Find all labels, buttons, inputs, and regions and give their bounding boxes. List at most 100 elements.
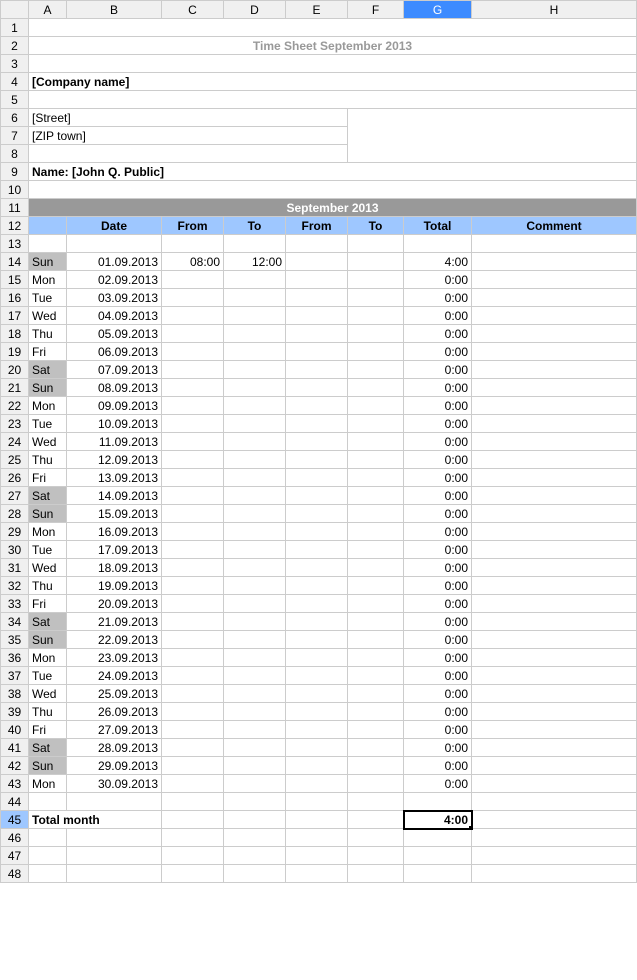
from1-cell[interactable]: [162, 775, 224, 793]
day-cell[interactable]: Sun: [29, 379, 67, 397]
to2-cell[interactable]: [348, 271, 404, 289]
day-cell[interactable]: Sun: [29, 505, 67, 523]
to2-cell[interactable]: [348, 325, 404, 343]
from2-cell[interactable]: [286, 487, 348, 505]
to1-cell[interactable]: [224, 631, 286, 649]
total-cell[interactable]: 0:00: [404, 433, 472, 451]
row-header-43[interactable]: 43: [1, 775, 29, 793]
cell[interactable]: [162, 793, 224, 811]
comment-cell[interactable]: [472, 271, 637, 289]
total-cell[interactable]: 0:00: [404, 703, 472, 721]
comment-cell[interactable]: [472, 595, 637, 613]
from2-cell[interactable]: [286, 541, 348, 559]
comment-cell[interactable]: [472, 487, 637, 505]
total-month-value[interactable]: 4:00: [404, 811, 472, 829]
from1-cell[interactable]: [162, 703, 224, 721]
from1-cell[interactable]: [162, 595, 224, 613]
to2-cell[interactable]: [348, 721, 404, 739]
cell[interactable]: [29, 829, 67, 847]
col-header-B[interactable]: B: [67, 1, 162, 19]
date-cell[interactable]: 04.09.2013: [67, 307, 162, 325]
cell[interactable]: [472, 235, 637, 253]
date-cell[interactable]: 09.09.2013: [67, 397, 162, 415]
cell[interactable]: [162, 811, 224, 829]
to1-cell[interactable]: [224, 397, 286, 415]
row-header-13[interactable]: 13: [1, 235, 29, 253]
from2-cell[interactable]: [286, 559, 348, 577]
row-header-34[interactable]: 34: [1, 613, 29, 631]
cell[interactable]: [404, 865, 472, 883]
row-header-17[interactable]: 17: [1, 307, 29, 325]
day-cell[interactable]: Mon: [29, 397, 67, 415]
to2-cell[interactable]: [348, 289, 404, 307]
to2-cell[interactable]: [348, 397, 404, 415]
row-header-25[interactable]: 25: [1, 451, 29, 469]
cell[interactable]: [29, 793, 67, 811]
row-header-44[interactable]: 44: [1, 793, 29, 811]
to2-cell[interactable]: [348, 577, 404, 595]
total-cell[interactable]: 0:00: [404, 289, 472, 307]
from2-cell[interactable]: [286, 739, 348, 757]
row-header-39[interactable]: 39: [1, 703, 29, 721]
day-cell[interactable]: Tue: [29, 289, 67, 307]
to2-cell[interactable]: [348, 415, 404, 433]
from1-cell[interactable]: [162, 469, 224, 487]
total-cell[interactable]: 0:00: [404, 325, 472, 343]
comment-cell[interactable]: [472, 469, 637, 487]
comment-cell[interactable]: [472, 415, 637, 433]
to1-cell[interactable]: [224, 415, 286, 433]
from1-cell[interactable]: [162, 397, 224, 415]
date-cell[interactable]: 21.09.2013: [67, 613, 162, 631]
row-header-9[interactable]: 9: [1, 163, 29, 181]
select-all-corner[interactable]: [1, 1, 29, 19]
date-cell[interactable]: 17.09.2013: [67, 541, 162, 559]
total-cell[interactable]: 0:00: [404, 649, 472, 667]
name-cell[interactable]: Name: [John Q. Public]: [29, 163, 637, 181]
date-cell[interactable]: 01.09.2013: [67, 253, 162, 271]
date-cell[interactable]: 16.09.2013: [67, 523, 162, 541]
cell[interactable]: [348, 127, 637, 145]
from2-cell[interactable]: [286, 253, 348, 271]
total-cell[interactable]: 0:00: [404, 361, 472, 379]
cell[interactable]: [286, 793, 348, 811]
row-header-31[interactable]: 31: [1, 559, 29, 577]
day-cell[interactable]: Tue: [29, 667, 67, 685]
day-cell[interactable]: Mon: [29, 775, 67, 793]
row-header-28[interactable]: 28: [1, 505, 29, 523]
comment-cell[interactable]: [472, 379, 637, 397]
day-cell[interactable]: Sat: [29, 739, 67, 757]
hdr-to2[interactable]: To: [348, 217, 404, 235]
cell[interactable]: [348, 109, 637, 127]
from1-cell[interactable]: [162, 739, 224, 757]
cell[interactable]: [224, 235, 286, 253]
from2-cell[interactable]: [286, 577, 348, 595]
comment-cell[interactable]: [472, 559, 637, 577]
from2-cell[interactable]: [286, 415, 348, 433]
comment-cell[interactable]: [472, 289, 637, 307]
from1-cell[interactable]: [162, 523, 224, 541]
cell[interactable]: [67, 847, 162, 865]
total-cell[interactable]: 0:00: [404, 757, 472, 775]
from1-cell[interactable]: [162, 685, 224, 703]
date-cell[interactable]: 11.09.2013: [67, 433, 162, 451]
to2-cell[interactable]: [348, 451, 404, 469]
from2-cell[interactable]: [286, 505, 348, 523]
day-cell[interactable]: Mon: [29, 271, 67, 289]
cell[interactable]: [348, 865, 404, 883]
hdr-total[interactable]: Total: [404, 217, 472, 235]
to2-cell[interactable]: [348, 613, 404, 631]
from2-cell[interactable]: [286, 613, 348, 631]
date-cell[interactable]: 24.09.2013: [67, 667, 162, 685]
from1-cell[interactable]: [162, 361, 224, 379]
cell[interactable]: [29, 55, 637, 73]
col-header-G[interactable]: G: [404, 1, 472, 19]
row-header-21[interactable]: 21: [1, 379, 29, 397]
day-cell[interactable]: Wed: [29, 685, 67, 703]
cell[interactable]: [29, 235, 67, 253]
from2-cell[interactable]: [286, 289, 348, 307]
from2-cell[interactable]: [286, 757, 348, 775]
cell[interactable]: [224, 847, 286, 865]
total-cell[interactable]: 0:00: [404, 379, 472, 397]
row-header-16[interactable]: 16: [1, 289, 29, 307]
day-cell[interactable]: Wed: [29, 307, 67, 325]
